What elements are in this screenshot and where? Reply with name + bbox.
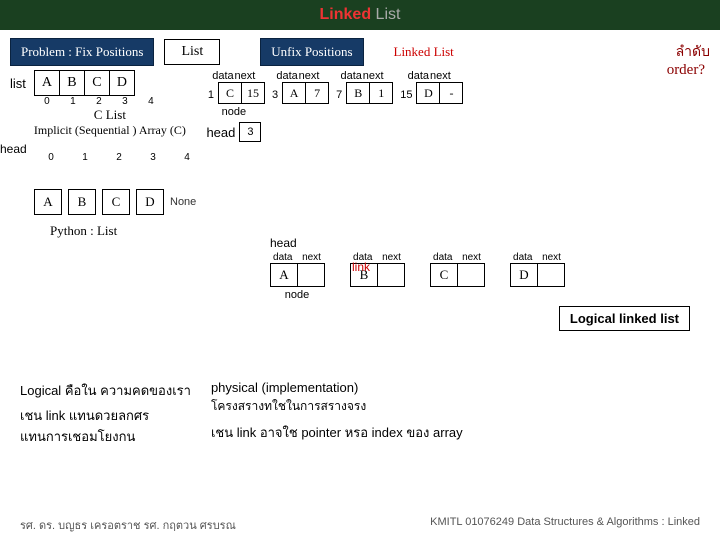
logical-desc: คือใน ความคดของเรา xyxy=(61,383,191,398)
physical-sub: โครงสรางทใชในการสรางจรง xyxy=(211,397,463,416)
lnode-next xyxy=(457,263,485,287)
title-linked: Linked xyxy=(320,6,372,23)
node-data: D xyxy=(416,82,440,104)
py-idx: 3 xyxy=(136,152,170,163)
head-label: head xyxy=(206,125,235,140)
page-title: Linked List xyxy=(0,0,720,30)
node-data: A xyxy=(282,82,306,104)
order-label: order? xyxy=(667,62,705,79)
data-label: data xyxy=(276,70,298,82)
py-idx: 0 xyxy=(34,152,68,163)
arr-idx: 1 xyxy=(60,96,86,107)
lnode-next xyxy=(297,263,325,287)
node-caption: node xyxy=(285,289,309,301)
c-list-sub: Implicit (Sequential ) Array (C) xyxy=(34,123,186,138)
footer-left: รศ. ดร. บญธร เครอตราช รศ. กฤตวน ศรบรณ xyxy=(20,516,236,534)
lnode-data: C xyxy=(430,263,458,287)
logical-ex2: แทนการเชอมโยงกน xyxy=(20,426,191,447)
data-label: data xyxy=(340,70,362,82)
list-button[interactable]: List xyxy=(164,39,220,65)
next-label: next xyxy=(429,70,451,82)
linked-list-label: Linked List xyxy=(394,44,454,60)
data-label: data xyxy=(433,252,452,263)
data-label: data xyxy=(273,252,292,263)
py-idx: 4 xyxy=(170,152,204,163)
arr-cell: A xyxy=(34,70,60,96)
node-next: - xyxy=(439,82,463,104)
node-caption: node xyxy=(222,106,246,118)
thai-order-label: ลำดับ xyxy=(676,41,710,63)
arr-idx: 0 xyxy=(34,96,60,107)
lnode-next xyxy=(537,263,565,287)
physical-title: physical (implementation) xyxy=(211,380,463,395)
data-label: data xyxy=(513,252,532,263)
next-label: next xyxy=(302,252,321,263)
next-label: next xyxy=(234,70,256,82)
head-box: 3 xyxy=(239,122,261,142)
logical-word: Logical xyxy=(20,383,61,398)
node-data: B xyxy=(346,82,370,104)
bottom-text: Logical คือใน ความคดของเรา เชน link แทนด… xyxy=(0,380,720,447)
data-label: data xyxy=(407,70,429,82)
next-label: next xyxy=(298,70,320,82)
node-ptr: 15 xyxy=(396,86,416,101)
c-array-block: A B C D 0 1 2 3 4 C List Implicit (Seque… xyxy=(34,70,186,138)
node-ptr: 7 xyxy=(332,86,346,101)
py-cell: B xyxy=(68,189,96,215)
node-ptr: 1 xyxy=(204,86,218,101)
node-next: 15 xyxy=(241,82,265,104)
arr-idx: 4 xyxy=(138,96,164,107)
logical-ex1: เชน link แทนดวยลกศร xyxy=(20,405,191,426)
none-label: None xyxy=(170,196,196,208)
lnode-data: D xyxy=(510,263,538,287)
logical-linked-list: head data next A node data next B data n… xyxy=(270,236,590,301)
row-array-nodes: list A B C D 0 1 2 3 4 C List Implicit (… xyxy=(0,70,720,142)
head2-label: head xyxy=(270,236,590,250)
physical-ex: เชน link อาจใช pointer หรอ index ของ arr… xyxy=(211,422,463,443)
node-group: datanext 1 C15 node head3 datanext 3 A7 … xyxy=(204,70,463,142)
arr-idx: 2 xyxy=(86,96,112,107)
next-label: next xyxy=(362,70,384,82)
py-cell: D xyxy=(136,189,164,215)
lnode-next xyxy=(377,263,405,287)
link-label: link xyxy=(352,260,370,274)
arr-cell: B xyxy=(59,70,85,96)
node-ptr: 3 xyxy=(268,86,282,101)
node-next: 7 xyxy=(305,82,329,104)
py-cell: C xyxy=(102,189,130,215)
footer-right: KMITL 01076249 Data Structures & Algorit… xyxy=(430,516,700,534)
node-data: C xyxy=(218,82,242,104)
data-label: data xyxy=(212,70,234,82)
py-idx: 2 xyxy=(102,152,136,163)
row-controls: Problem : Fix Positions List Unfix Posit… xyxy=(0,30,720,70)
py-idx: 1 xyxy=(68,152,102,163)
title-list: List xyxy=(376,6,401,23)
unfix-button[interactable]: Unfix Positions xyxy=(260,38,363,66)
head-arrow-label: head xyxy=(0,142,27,156)
node-next: 1 xyxy=(369,82,393,104)
footer: รศ. ดร. บญธร เครอตราช รศ. กฤตวน ศรบรณ KM… xyxy=(0,516,720,534)
arr-idx: 3 xyxy=(112,96,138,107)
next-label: next xyxy=(462,252,481,263)
lnode-data: A xyxy=(270,263,298,287)
py-cell: A xyxy=(34,189,62,215)
next-label: next xyxy=(542,252,561,263)
next-label: next xyxy=(382,252,401,263)
c-list-caption: C List xyxy=(34,107,186,123)
list-label: list xyxy=(10,70,26,91)
logical-linked-badge: Logical linked list xyxy=(559,306,690,331)
problem-button[interactable]: Problem : Fix Positions xyxy=(10,38,154,66)
arr-cell: C xyxy=(84,70,110,96)
arr-cell: D xyxy=(109,70,135,96)
